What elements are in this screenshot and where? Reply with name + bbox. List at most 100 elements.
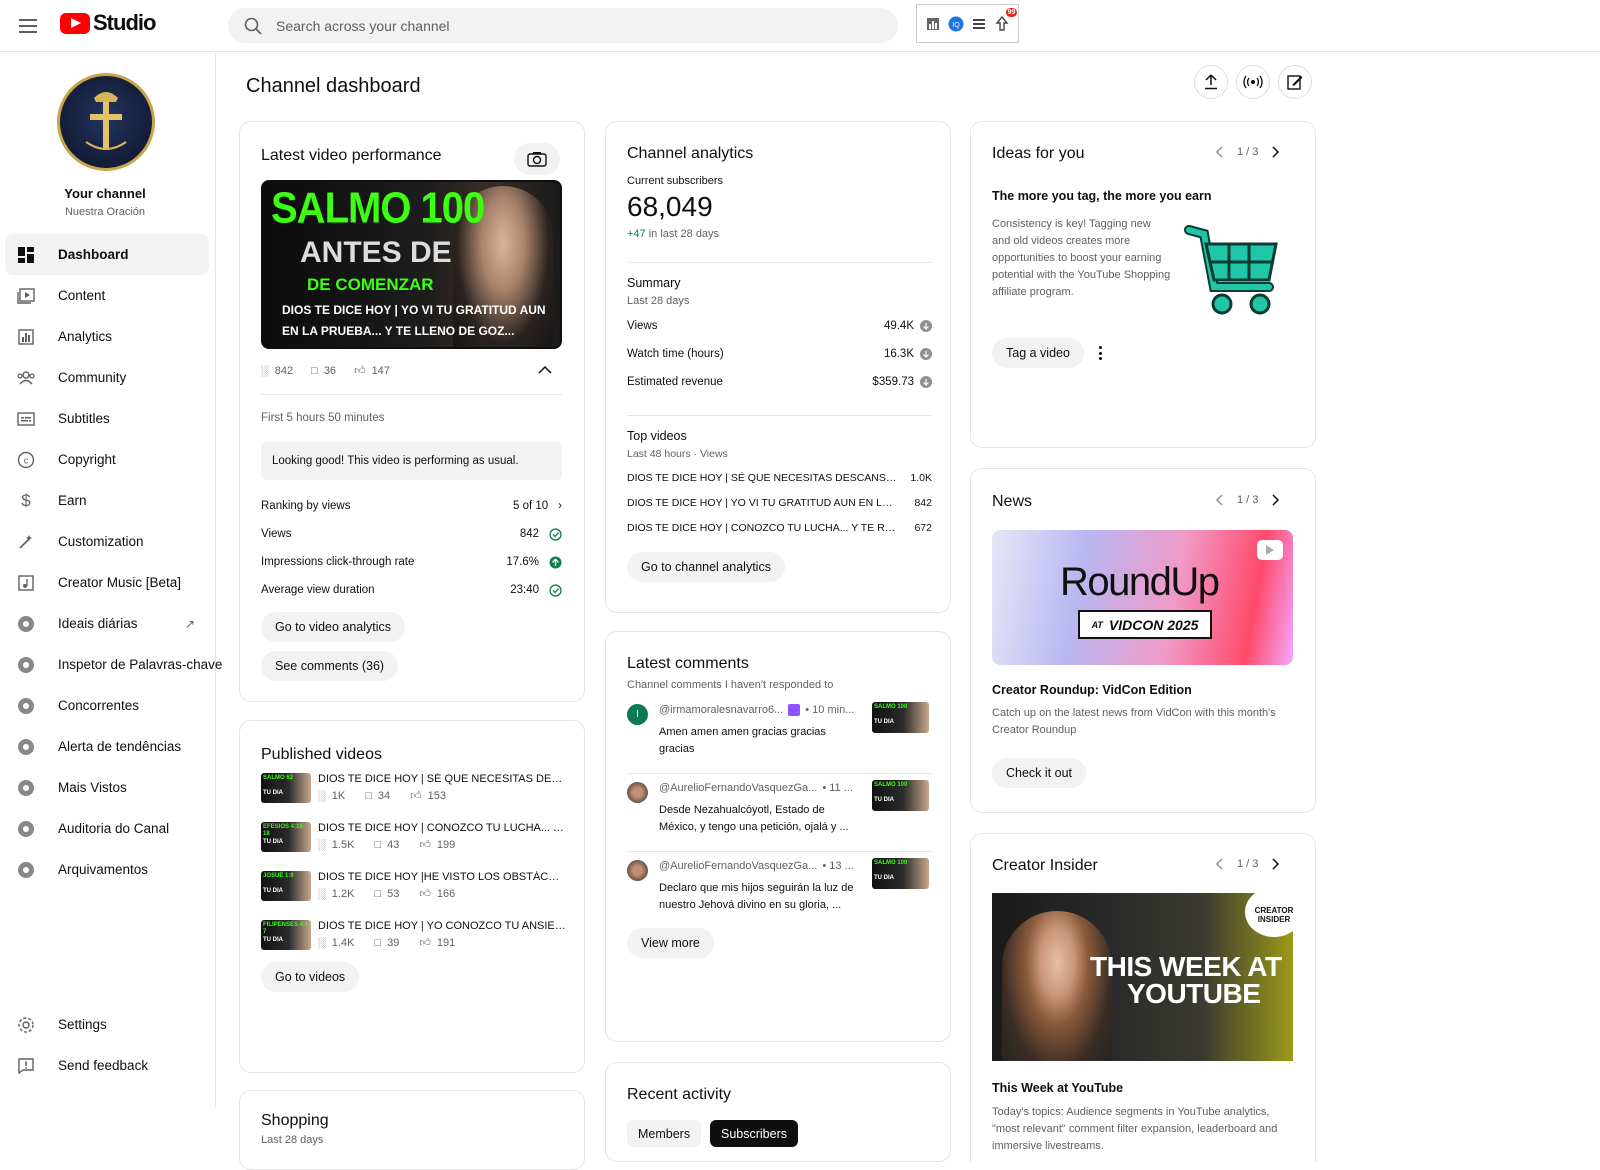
main-content: Channel dashboard Latest video performan… bbox=[216, 53, 1600, 1170]
divider bbox=[627, 415, 932, 416]
thumb-text-3: DE COMENZAR bbox=[307, 275, 434, 294]
snapshot-button[interactable] bbox=[514, 143, 560, 175]
top-videos-list: DIOS TE DICE HOY | SÉ QUE NECESITAS DESC… bbox=[627, 465, 932, 540]
likes-stat: 👍︎ 199 bbox=[419, 838, 456, 852]
sidebar-bottom: Settings Send feedback bbox=[5, 1004, 209, 1086]
sidebar-item-analytics[interactable]: Analytics bbox=[5, 316, 209, 357]
sidebar-item-copyright[interactable]: c Copyright bbox=[5, 439, 209, 480]
news-body: Catch up on the latest news from VidCon … bbox=[992, 707, 1276, 736]
insider-banner[interactable]: CREATOR INSIDER THIS WEEK AT YOUTUBE bbox=[992, 893, 1293, 1061]
comment-item[interactable]: I @irmamoralesnavarro6... • 10 min... Ame… bbox=[627, 702, 932, 774]
host-portrait bbox=[1002, 911, 1112, 1061]
ideas-pager: 1 / 3 bbox=[1211, 144, 1284, 160]
sidebar-item-mais-vistos[interactable]: Mais Vistos bbox=[5, 767, 209, 808]
top-video-row[interactable]: DIOS TE DICE HOY | CONOZCO TU LUCHA... Y… bbox=[627, 515, 932, 540]
thumb-text-2: ANTES DE bbox=[300, 236, 452, 269]
metric-row-avd: Average view duration 23:40 bbox=[261, 576, 562, 604]
video-thumbnail: JOSUÉ 1:9 TU DIA bbox=[261, 871, 311, 901]
alert-icon[interactable]: 99 bbox=[993, 7, 1018, 33]
sidebar-item-arquivamentos[interactable]: Arquivamentos bbox=[5, 849, 209, 890]
sidebar-item-subtitles[interactable]: Subtitles bbox=[5, 398, 209, 439]
chevron-left-icon[interactable] bbox=[1211, 144, 1227, 160]
metric-row-views: Views 842 bbox=[261, 520, 562, 548]
tab-members[interactable]: Members bbox=[627, 1120, 702, 1147]
recent-activity-card: Recent activity Members Subscribers bbox=[605, 1062, 951, 1162]
upload-icon bbox=[1205, 74, 1217, 90]
upload-button[interactable] bbox=[1194, 65, 1228, 99]
sidebar-item-dashboard[interactable]: Dashboard bbox=[5, 234, 209, 275]
tag-video-button[interactable]: Tag a video bbox=[992, 338, 1084, 368]
channel-analytics-button[interactable]: Go to channel analytics bbox=[627, 552, 785, 582]
comment-item[interactable]: @AurelioFernandoVasquezGa... • 13 ... Dec… bbox=[627, 858, 932, 920]
chevron-right-icon[interactable] bbox=[1268, 144, 1284, 160]
top-videos-title: Top videos bbox=[627, 429, 687, 443]
search-icon bbox=[244, 17, 262, 35]
vidiq-extension-icon bbox=[16, 778, 36, 798]
metric-row-ranking[interactable]: Ranking by views 5 of 10 › bbox=[261, 492, 562, 520]
sidebar-item-earn[interactable]: $ Earn bbox=[5, 480, 209, 521]
summary-row-watch-time: Watch time (hours) 16.3K bbox=[627, 340, 932, 368]
sidebar-item-feedback[interactable]: Send feedback bbox=[5, 1045, 209, 1086]
views-stat: ░ 842 bbox=[261, 364, 294, 377]
chevron-left-icon[interactable] bbox=[1211, 492, 1227, 508]
comment-text: Amen amen amen gracias gracias gracias bbox=[659, 726, 826, 755]
community-icon bbox=[16, 368, 36, 388]
vidiq-icon[interactable]: IQ bbox=[947, 15, 965, 33]
customization-icon bbox=[16, 532, 36, 552]
sidebar-item-creator-music[interactable]: Creator Music [Beta] bbox=[5, 562, 209, 603]
tab-subscribers[interactable]: Subscribers bbox=[710, 1120, 798, 1147]
list-icon[interactable] bbox=[970, 15, 988, 33]
comment-item[interactable]: @AurelioFernandoVasquezGa... • 11 ... Des… bbox=[627, 780, 932, 852]
published-video-item[interactable]: SALMO 62 TU DIA DIOS TE DICE HOY | SÉ QUE… bbox=[261, 773, 566, 822]
latest-video-thumbnail[interactable]: SALMO 100 ANTES DE DE COMENZAR DIOS TE D… bbox=[261, 180, 562, 349]
sidebar-item-customization[interactable]: Customization bbox=[5, 521, 209, 562]
studio-logo[interactable]: Studio bbox=[60, 10, 156, 36]
performance-period: First 5 hours 50 minutes bbox=[261, 412, 385, 424]
chevron-right-icon[interactable] bbox=[1268, 856, 1284, 872]
search-bar[interactable] bbox=[228, 8, 898, 43]
news-pager: 1 / 3 bbox=[1211, 492, 1284, 508]
video-analytics-button[interactable]: Go to video analytics bbox=[261, 612, 406, 642]
likes-stat: 👍︎ 166 bbox=[419, 887, 456, 901]
idea-headline: The more you tag, the more you earn bbox=[992, 189, 1212, 203]
bar-chart-icon[interactable] bbox=[924, 15, 942, 33]
sidebar-item-concorrentes[interactable]: Concorrentes bbox=[5, 685, 209, 726]
svg-text:IQ: IQ bbox=[952, 22, 960, 29]
extension-toolbar: IQ 99 bbox=[916, 4, 1019, 43]
video-thumbnail: FILIPENSES 4:6-7 TU DIA bbox=[261, 920, 311, 950]
hamburger-menu-icon[interactable] bbox=[14, 12, 42, 40]
see-comments-button[interactable]: See comments (36) bbox=[261, 651, 399, 681]
insider-headline: This Week at YouTube bbox=[992, 1081, 1124, 1095]
likes-stat: 👍︎ 147 bbox=[354, 364, 390, 378]
sidebar-item-auditoria[interactable]: Auditoria do Canal bbox=[5, 808, 209, 849]
view-more-button[interactable]: View more bbox=[627, 928, 714, 958]
search-input[interactable] bbox=[276, 17, 856, 34]
sidebar: Your channel Nuestra Oración Dashboard C… bbox=[0, 53, 222, 1109]
chevron-left-icon[interactable] bbox=[1211, 856, 1227, 872]
collapse-chevron-icon[interactable] bbox=[538, 362, 554, 378]
top-video-row[interactable]: DIOS TE DICE HOY | YO VI TU GRATITUD AUN… bbox=[627, 490, 932, 515]
video-thumbnail: SALMO 100 TU DIA bbox=[872, 780, 929, 811]
sidebar-item-ideais-diarias[interactable]: Ideais diárias ↗ bbox=[5, 603, 209, 644]
sidebar-item-content[interactable]: Content bbox=[5, 275, 209, 316]
more-options-icon[interactable] bbox=[1093, 344, 1107, 362]
chevron-right-icon[interactable] bbox=[1268, 492, 1284, 508]
vidiq-extension-icon bbox=[16, 696, 36, 716]
go-live-button[interactable] bbox=[1236, 65, 1270, 99]
published-video-item[interactable]: EFESIOS 4:16-18 TU DIA DIOS TE DICE HOY |… bbox=[261, 822, 566, 871]
go-to-videos-button[interactable]: Go to videos bbox=[261, 962, 360, 992]
channel-avatar[interactable] bbox=[57, 73, 155, 171]
top-video-row[interactable]: DIOS TE DICE HOY | SÉ QUE NECESITAS DESC… bbox=[627, 465, 932, 490]
music-icon bbox=[16, 573, 36, 593]
copyright-icon: c bbox=[16, 450, 36, 470]
published-video-item[interactable]: JOSUÉ 1:9 TU DIA DIOS TE DICE HOY |HE VIS… bbox=[261, 871, 566, 920]
sidebar-item-inspetor[interactable]: Inspetor de Palavras-chave bbox=[5, 644, 222, 685]
insider-pager: 1 / 3 bbox=[1211, 856, 1284, 872]
sidebar-item-community[interactable]: Community bbox=[5, 357, 209, 398]
sidebar-item-alerta[interactable]: Alerta de tendências bbox=[5, 726, 209, 767]
check-it-out-button[interactable]: Check it out bbox=[992, 758, 1087, 788]
sidebar-item-settings[interactable]: Settings bbox=[5, 1004, 209, 1045]
create-post-button[interactable] bbox=[1278, 65, 1312, 99]
news-banner[interactable]: RoundUp AT VIDCON 2025 bbox=[992, 530, 1293, 665]
youtube-badge-icon bbox=[1257, 540, 1283, 560]
